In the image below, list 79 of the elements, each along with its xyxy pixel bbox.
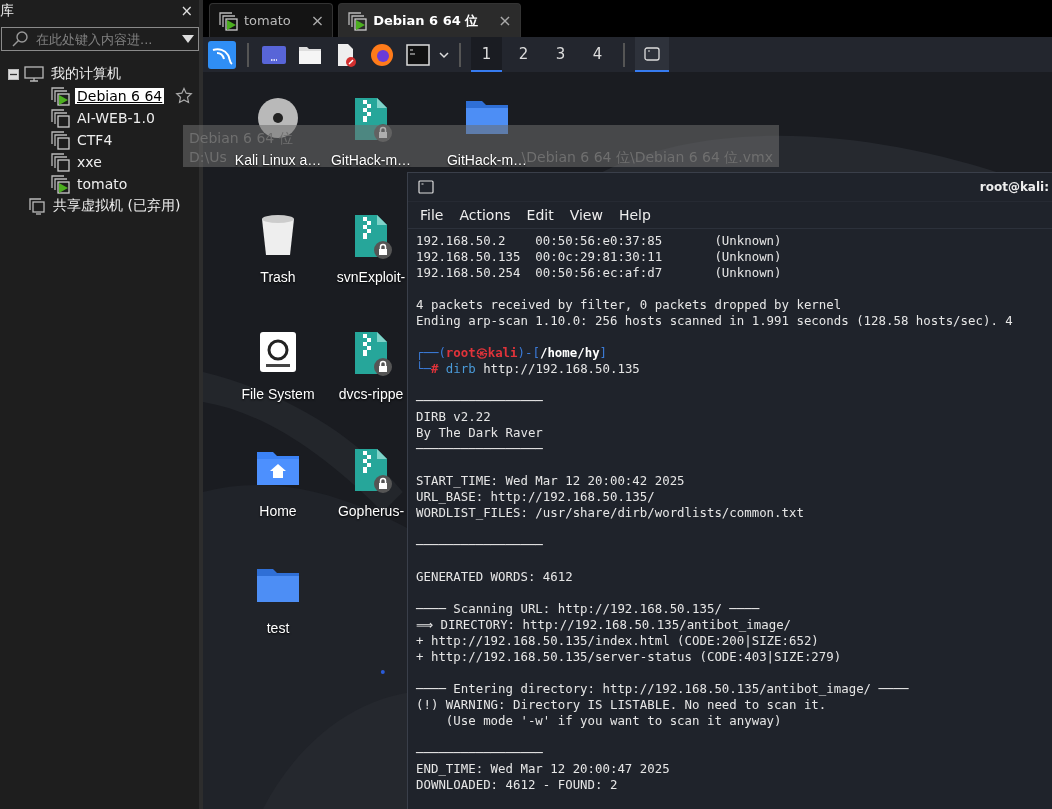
running-vm-icon	[347, 10, 368, 31]
tree-item[interactable]: 共享虚拟机 (已弃用)	[51, 197, 183, 215]
desktop-icon-label[interactable]: test	[266, 620, 290, 636]
menu-item[interactable]: File	[420, 207, 444, 223]
menu-item[interactable]: Actions	[459, 207, 511, 223]
vm-icon	[50, 108, 70, 128]
terminal-line: DOWNLOADED: 4612 - FOUND: 2	[416, 777, 619, 793]
running-vm-icon	[218, 10, 238, 31]
panel-title: 库	[0, 2, 14, 20]
terminal-line: ──── Scanning URL: http://192.168.50.135/ ────	[416, 601, 761, 617]
workspace-button[interactable]: 1	[471, 37, 502, 72]
vm-tree-item[interactable]: xxe	[75, 154, 104, 170]
dragon-menu-icon[interactable]	[207, 39, 237, 70]
terminal-line: END_TIME: Wed Mar 12 20:00:47 2025	[416, 761, 671, 777]
desktop-icon-label[interactable]: Gopherus-	[337, 503, 405, 519]
collapse-icon[interactable]	[8, 68, 19, 80]
terminal-line: 192.168.50.2 00:50:56:e0:37:85 (Unknown)	[416, 233, 783, 249]
vm-icon	[50, 152, 70, 172]
terminal-line: 192.168.50.254 00:50:56:ec:af:d7 (Unknown)	[416, 265, 783, 281]
running-vm-icon	[50, 86, 70, 106]
terminal-icon	[644, 46, 660, 61]
menu-item[interactable]: View	[569, 207, 603, 223]
dropdown-caret-icon[interactable]	[182, 35, 194, 43]
workspace-button[interactable]: 3	[545, 37, 576, 72]
desktop-icon-label[interactable]: Home	[259, 503, 297, 519]
vm-tab[interactable]: Debian 6 64 位 ×	[338, 3, 521, 37]
terminal-line: ─────────────────	[416, 745, 544, 761]
desktop-icon-label[interactable]: Kali Linux a…	[234, 152, 322, 168]
drive-icon	[258, 330, 298, 374]
terminal-line: ──── Entering directory: http://192.168.50.135/antibot_image/ ────	[416, 681, 910, 697]
desktop-icon-label[interactable]: dvcs-rippe	[338, 386, 404, 402]
menu-item[interactable]: Edit	[526, 207, 554, 223]
search-field[interactable]: 在此处键入内容进...	[1, 27, 199, 51]
close-button[interactable]: ×	[180, 2, 193, 20]
shared-vm-icon	[28, 197, 46, 215]
terminal-line: (Use mode '-w' if you want to scan it anyway)	[444, 713, 783, 729]
desktop-icon-label[interactable]: Trash	[260, 269, 296, 285]
command-line: └─# dirb http://192.168.50.135	[416, 361, 641, 377]
terminal-line: ─────────────────	[416, 393, 544, 409]
terminal-line: Ending arp-scan 1.10.0: 256 hosts scanned in 1.991 seconds (128.58 hosts/sec). 4	[416, 313, 1014, 329]
terminal-line: + http://192.168.50.135/index.html (CODE:200|SIZE:652)	[416, 633, 820, 649]
close-button[interactable]: ×	[310, 11, 325, 30]
terminal-task-button[interactable]	[635, 37, 669, 72]
star-icon[interactable]	[175, 87, 194, 105]
terminal-line: WORDLIST_FILES: /usr/share/dirb/wordlists/common.txt	[416, 505, 805, 521]
monitor-icon	[24, 66, 44, 82]
terminal-line: ─────────────────	[416, 441, 544, 457]
close-button[interactable]: ×	[498, 11, 512, 30]
running-vm-icon	[50, 174, 70, 194]
workspace-button[interactable]: 4	[582, 37, 613, 72]
terminal-line: ⟹ DIRECTORY: http://192.168.50.135/antibot_image/	[416, 617, 793, 633]
desktop-icon-label[interactable]: GitHack-m…	[330, 152, 412, 168]
vm-icon	[50, 130, 70, 150]
terminal-line: URL_BASE: http://192.168.50.135/	[416, 489, 656, 505]
terminal-line: By The Dark Raver	[416, 425, 544, 441]
terminal-line: DIRB v2.22	[416, 409, 492, 425]
window-title: root@kali:	[979, 180, 1049, 194]
terminal-line: ─────────────────	[416, 537, 544, 553]
terminal-line: + http://192.168.50.135/server-status (CODE:403|SIZE:279)	[416, 649, 843, 665]
chevron-down-icon[interactable]	[439, 50, 449, 59]
vm-tree-item[interactable]: Debian 6 64	[75, 88, 165, 104]
vm-tree-item[interactable]: AI-WEB-1.0	[75, 110, 157, 126]
search-input[interactable]: 在此处键入内容进...	[34, 30, 176, 48]
desktop-icon-label[interactable]: File System	[241, 386, 315, 402]
workspace-button[interactable]: 2	[508, 37, 539, 72]
vm-tree-item[interactable]: CTF4	[75, 132, 115, 148]
vm-tab[interactable]: tomato ×	[209, 3, 334, 37]
menu-item[interactable]: Help	[618, 207, 651, 223]
search-icon	[12, 31, 28, 47]
prompt-line: ┌──(root㉿kali)-[/home/hy]	[416, 345, 609, 361]
terminal-line: START_TIME: Wed Mar 12 20:00:42 2025	[416, 473, 686, 489]
terminal-line: 192.168.50.135 00:0c:29:81:30:11 (Unknown)	[416, 249, 783, 265]
terminal-line: (!) WARNING: Directory IS LISTABLE. No need to scan it.	[416, 697, 828, 713]
terminal-line: 4 packets received by filter, 0 packets dropped by kernel	[416, 297, 843, 313]
terminal-icon	[418, 180, 434, 194]
desktop-icon-label[interactable]: svnExploit-	[336, 269, 406, 285]
tree-item[interactable]: 我的计算机	[49, 65, 123, 83]
vm-tree-item[interactable]: tomato	[75, 176, 130, 192]
terminal-line: GENERATED WORDS: 4612	[416, 569, 574, 585]
